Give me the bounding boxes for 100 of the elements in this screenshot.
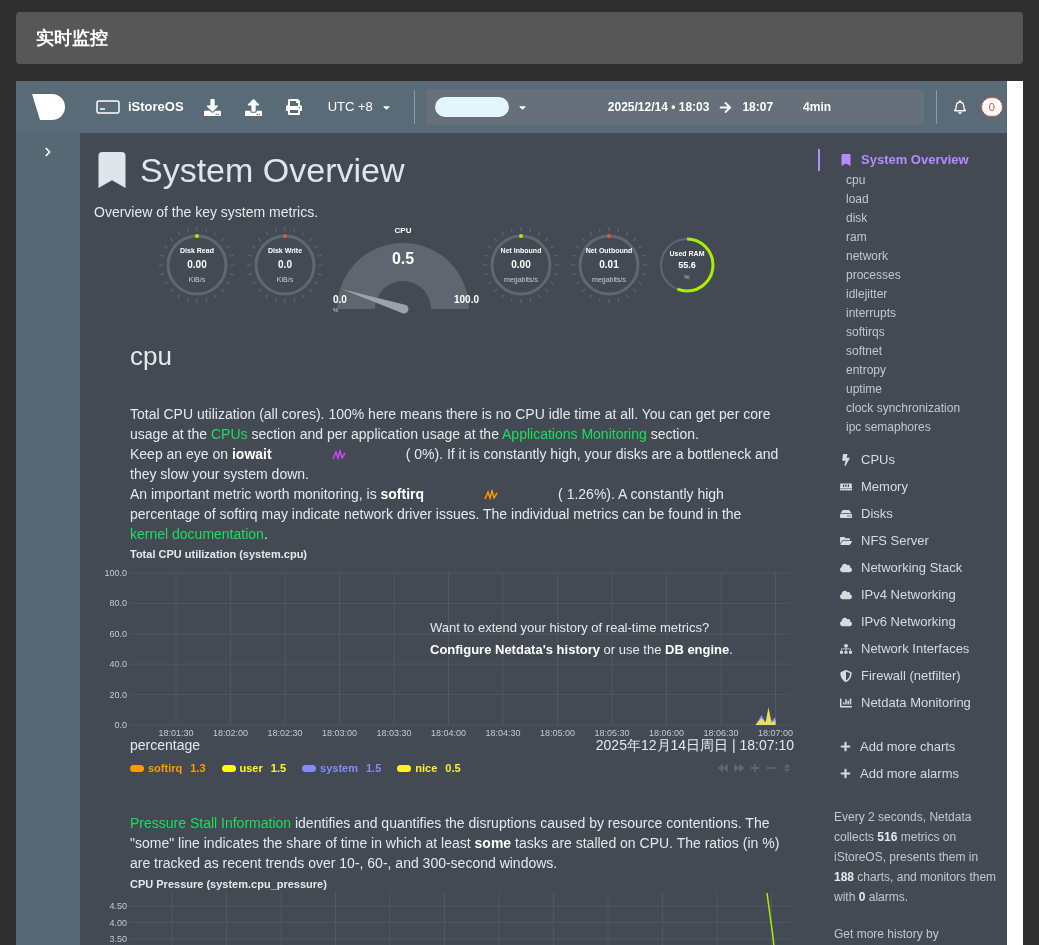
print-icon[interactable] — [285, 99, 302, 115]
history-hint: Configure Netdata's history or use the DB engine. — [430, 640, 733, 659]
legend-value: 1.5 — [366, 761, 382, 777]
gauge-value: 0.00 — [511, 260, 531, 270]
sidebar-item[interactable]: cpu — [818, 171, 1007, 190]
sidebar-item[interactable]: softirqs — [818, 323, 1007, 342]
gauge-value: 0.5 — [390, 249, 416, 269]
chart-group-heading: cpu — [129, 340, 173, 373]
sidebar-item[interactable]: entropy — [818, 361, 1007, 380]
add-action[interactable]: Add more charts — [818, 737, 1007, 756]
range-end: 18:07 — [742, 99, 774, 116]
sidebar-section[interactable]: Firewall (netfilter) — [818, 666, 1007, 686]
axis-label: 18:04:30 — [485, 727, 521, 738]
sitemap-icon — [840, 643, 852, 655]
sidebar-section[interactable]: IPv6 Networking — [818, 612, 1007, 632]
history-hint: Want to extend your history of real-time metrics? — [430, 618, 711, 637]
gauge-value: 0.0 — [278, 260, 292, 270]
axis-label: 60.0 — [109, 628, 127, 639]
sidebar-item[interactable]: processes — [818, 266, 1007, 285]
sidebar-section[interactable]: Network Interfaces — [818, 639, 1007, 659]
download-icon[interactable] — [203, 98, 221, 116]
plus-icon — [840, 768, 851, 779]
text-link[interactable]: Applications Monitoring — [502, 426, 647, 442]
plus-icon — [840, 741, 851, 752]
sidebar-item[interactable]: idlejitter — [818, 285, 1007, 304]
axis-label: 18:06:00 — [649, 727, 684, 738]
data-line — [766, 892, 775, 945]
legend-label[interactable]: user — [239, 760, 263, 777]
axis-label: 80.0 — [109, 597, 127, 608]
axis-label: 0.0 — [114, 719, 127, 730]
axis-label: 100.0 — [104, 567, 127, 578]
legend-label[interactable]: softirq — [148, 760, 183, 777]
drive-icon — [96, 100, 120, 114]
sidebar-section[interactable]: Memory — [818, 477, 1007, 497]
sidebar-item[interactable]: softnet — [818, 342, 1007, 361]
axis-label: 3.50 — [109, 934, 127, 945]
section-heading: System Overview — [140, 150, 405, 190]
cloud-icon — [840, 589, 852, 601]
upload-icon[interactable] — [244, 98, 262, 116]
logo-icon — [32, 94, 66, 120]
sidebar-item[interactable]: interrupts — [818, 304, 1007, 323]
sidebar-section[interactable]: Netdata Monitoring — [818, 693, 1007, 713]
sidebar-section[interactable]: Networking Stack — [818, 558, 1007, 578]
sidebar-section[interactable]: CPUs — [818, 450, 1007, 470]
sidebar-item[interactable]: ram — [818, 228, 1007, 247]
add-action[interactable]: Add more alarms — [818, 764, 1007, 783]
section-subtitle: Overview of the key system metrics. — [93, 203, 320, 222]
cloud-icon — [840, 562, 852, 574]
host-name[interactable]: iStoreOS — [128, 97, 184, 117]
gauge-max: 100.0 — [453, 293, 479, 307]
sidebar-section[interactable]: Disks — [818, 504, 1007, 524]
chart-icon — [840, 697, 852, 709]
sidebar-section[interactable]: NFS Server — [818, 531, 1007, 551]
cloud-icon — [840, 616, 852, 628]
axis-label: 18:03:00 — [322, 727, 357, 738]
axis-label: 18:02:30 — [267, 727, 303, 738]
legend-value: 1.3 — [190, 761, 206, 777]
sidebar-item[interactable]: load — [818, 190, 1007, 209]
folder-icon — [840, 535, 852, 547]
legend-value: 1.5 — [270, 761, 287, 777]
axis-label: 18:03:30 — [376, 727, 412, 738]
description-text: Pressure Stall Information identifies and quantifies the disruptions caused by resource contentions. The "some" line indicates the share of time in which at least some tasks are stalled on CPU. The ratios (in %) are tracked as recent trends over 10-, 60-, and 300-second windows. — [129, 813, 781, 873]
axis-label: 18:01:30 — [158, 727, 194, 738]
gauge-value: 55.6 — [678, 261, 696, 270]
gauge-title: CPU — [394, 225, 412, 237]
axis-label: 4.50 — [109, 901, 127, 912]
text-link[interactable]: Pressure Stall Information — [130, 814, 292, 831]
notifications-icon[interactable] — [952, 100, 967, 114]
sidebar-item[interactable]: clock synchronization — [818, 399, 1007, 418]
text-link[interactable]: CPUs — [210, 426, 248, 442]
chart-timestamp: 2025年12月14日周日 | 18:07:10 — [595, 736, 794, 755]
arrow-icon — [719, 100, 733, 114]
sidebar-item[interactable]: disk — [818, 209, 1007, 228]
axis-label: 18:06:30 — [703, 727, 739, 738]
legend-label[interactable]: nice — [415, 760, 438, 777]
play-toggle[interactable] — [434, 97, 509, 117]
chart-title: CPU Pressure (system.cpu_pressure) — [129, 876, 328, 892]
memory-icon — [840, 481, 852, 493]
sidebar-section[interactable]: IPv4 Networking — [818, 585, 1007, 605]
legend-label[interactable]: system — [320, 760, 358, 777]
shield-icon — [840, 670, 852, 682]
description-text: Keep an eye on iowait ( 0%). If it is constantly high, your disks are a bottleneck and they slow your system down. — [130, 445, 780, 484]
history-text: Get more history by — [833, 926, 940, 943]
range-start: 2025/12/14 • 18:03 — [607, 99, 710, 116]
alarm-count-badge[interactable]: 0 — [980, 97, 1003, 117]
sidebar-item[interactable]: uptime — [818, 380, 1007, 399]
chart-title: Total CPU utilization (system.cpu) — [129, 547, 309, 562]
bolt-icon — [840, 454, 852, 466]
sidebar-item[interactable]: network — [818, 247, 1007, 266]
text-link[interactable]: kernel documentation — [130, 526, 264, 542]
gauge-value: 0.01 — [599, 260, 619, 270]
expand-icon[interactable] — [43, 147, 53, 157]
description-text: An important metric worth monitoring, is softirq ( 1.26%). A constantly high percentage of softirq may indicate network driver issues. The individual metrics can be found in the kernel documentation. — [130, 485, 743, 544]
axis-label: 18:07:00 — [758, 727, 793, 738]
axis-label: 20.0 — [109, 689, 127, 700]
bookmark-icon — [840, 154, 852, 166]
sidebar-item[interactable]: ipc semaphores — [818, 418, 1007, 437]
axis-label: 4.00 — [109, 917, 127, 928]
page-title: 实时监控 — [36, 26, 108, 50]
timezone-dropdown[interactable]: UTC +8 — [327, 97, 392, 117]
